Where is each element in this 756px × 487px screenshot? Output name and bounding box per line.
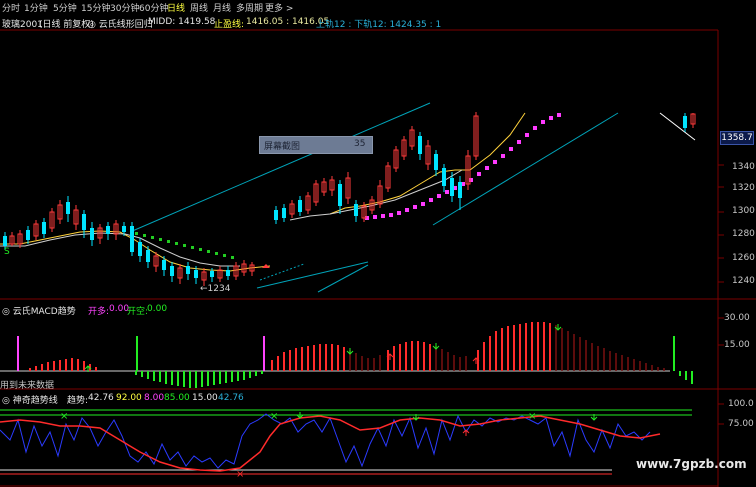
trend-panel-title[interactable]: ◎ 神奇趋势线 (2, 393, 58, 406)
candle (138, 242, 142, 256)
candle (170, 266, 174, 276)
candle (282, 208, 286, 218)
trend-tick: 100.0 (728, 399, 754, 409)
screenshot-count: 35 (354, 139, 366, 149)
candle (186, 266, 190, 274)
candle (42, 222, 46, 234)
trend-v2: 8.00 (144, 393, 165, 403)
cross-marker-icon: × (60, 411, 68, 422)
price-tick: 1280 (732, 229, 755, 239)
watermark: www.7gpzb.com (636, 457, 747, 471)
price-tick: 1300 (732, 206, 755, 216)
candle (146, 250, 150, 262)
trend-v1: 92.00 (116, 393, 142, 403)
trend-tick: 75.00 (728, 419, 754, 429)
candle (106, 226, 110, 234)
candle (210, 271, 214, 277)
trend-panel-lines: × × × × (0, 409, 692, 480)
open-long-label: 开多: (88, 307, 110, 317)
screenshot-button[interactable]: 屏幕截图 35 (259, 136, 373, 154)
candle (3, 236, 7, 246)
macd-tick: 30.00 (724, 313, 750, 323)
channel-white-right (659, 112, 696, 141)
up-arrow-icon (462, 429, 470, 436)
candle (274, 210, 278, 220)
candle (354, 204, 358, 216)
down-arrow-icon (346, 348, 354, 355)
macd-panel-title-row: ◎ 云氏MACD趋势 开多: 0.00 开空: 0.00 (0, 304, 300, 317)
candle (66, 202, 70, 214)
price-axis: 1340 1320 1300 1280 1260 1240 30.00 15.0… (718, 30, 756, 487)
trend-label: 趋势: (67, 396, 89, 406)
cross-marker-icon: × (528, 411, 536, 422)
channel-upper-1 (129, 102, 431, 233)
trend-blue-line (0, 413, 651, 469)
candle (82, 214, 86, 230)
candle (226, 270, 230, 276)
candle (162, 260, 166, 270)
price-tick: 1240 (732, 276, 755, 286)
future-data-note: 用到未来数据 (0, 381, 55, 391)
candle (26, 230, 30, 240)
candles-middle (274, 112, 479, 224)
macd-histogram (0, 322, 693, 388)
candle (338, 184, 342, 206)
trend-v3: 85.00 (164, 393, 190, 403)
screenshot-label: 屏幕截图 (264, 142, 301, 152)
channel-lower-2 (317, 264, 369, 293)
candle (418, 136, 422, 154)
signal-label: S (4, 247, 10, 257)
price-tick: 1260 (732, 253, 755, 263)
candle (683, 116, 687, 128)
trend-value: 42.76 (88, 393, 114, 403)
candle (130, 226, 134, 252)
candles-left (3, 196, 255, 286)
channel-lower-3 (432, 112, 619, 226)
cross-marker-icon: × (236, 469, 244, 480)
candle (450, 178, 454, 196)
chart-canvas: × × × × (0, 29, 756, 487)
down-arrow-icon (432, 343, 440, 350)
open-short-value: 0.00 (147, 304, 168, 314)
trend-panel-title-row: ◎ 神奇趋势线 趋势: 42.76 92.00 8.00 85.00 15.00… (0, 393, 320, 406)
macd-tick: 15.00 (724, 340, 750, 350)
macd-panel-title[interactable]: ◎ 云氏MACD趋势 (2, 304, 76, 317)
price-tick: 1320 (732, 183, 755, 193)
candle (298, 200, 302, 212)
candle (442, 168, 446, 186)
candle (458, 182, 462, 198)
candle (90, 228, 94, 240)
open-short-label: 开空: (127, 307, 149, 317)
trend-v5: 42.76 (218, 393, 244, 403)
current-price-tag: 1358.7 (720, 131, 754, 145)
candle (194, 270, 198, 278)
channel-lower-1 (256, 261, 369, 289)
candle (122, 226, 126, 232)
candle (434, 154, 438, 170)
cross-marker-icon: × (270, 411, 278, 422)
trend-v4: 15.00 (192, 393, 218, 403)
candles-right (683, 113, 696, 132)
price-tick: 1340 (732, 162, 755, 172)
low-price-label: ←1234 (200, 284, 231, 294)
